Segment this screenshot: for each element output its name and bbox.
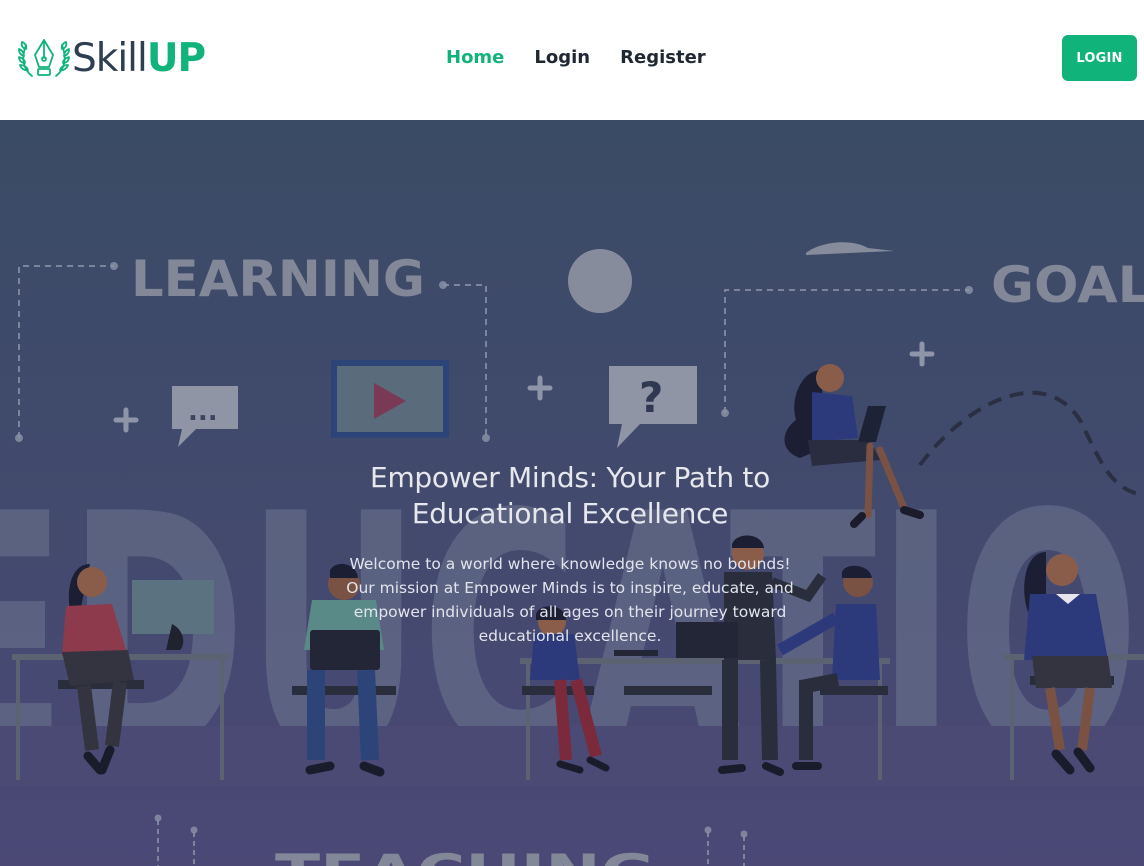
question-bubble-icon: ?	[609, 366, 697, 448]
bg-word-teaching: TEACHING	[275, 844, 655, 866]
svg-text:?: ?	[639, 373, 663, 422]
hero-section: EDUCATION LEARNING GOAL TEACHING	[0, 120, 1144, 866]
nav-link-login[interactable]: Login	[534, 44, 590, 72]
hero-title-line-2: Educational Excellence	[411, 497, 729, 530]
brand-wordmark: SkillUP	[72, 36, 206, 82]
sun-circle	[568, 249, 632, 313]
video-player-icon	[331, 360, 449, 438]
hero-title: Empower Minds: Your Path to Educational …	[330, 460, 810, 532]
floor-band	[0, 726, 1144, 786]
brand-logo[interactable]: SkillUP	[18, 36, 206, 82]
bg-word-learning: LEARNING	[131, 250, 425, 308]
brand-name-up: UP	[146, 36, 206, 81]
main-nav: Home Login Register	[446, 44, 736, 72]
hero-title-line-1: Empower Minds: Your Path to	[370, 461, 770, 494]
brand-name-skill: Skill	[72, 36, 148, 81]
svg-text:...: ...	[188, 397, 218, 427]
login-button[interactable]: LOGIN	[1062, 35, 1137, 81]
bg-word-goal: GOAL	[991, 256, 1144, 314]
speech-bubble-icon: ...	[172, 386, 238, 447]
cloud-shape	[806, 242, 894, 255]
nav-link-home[interactable]: Home	[446, 44, 504, 72]
laurel-pen-icon	[18, 39, 70, 77]
nav-link-register[interactable]: Register	[620, 44, 706, 72]
top-navbar: SkillUP Home Login Register LOGIN	[0, 0, 1144, 120]
hero-content: Empower Minds: Your Path to Educational …	[330, 460, 810, 648]
hero-description: Welcome to a world where knowledge knows…	[346, 555, 794, 645]
